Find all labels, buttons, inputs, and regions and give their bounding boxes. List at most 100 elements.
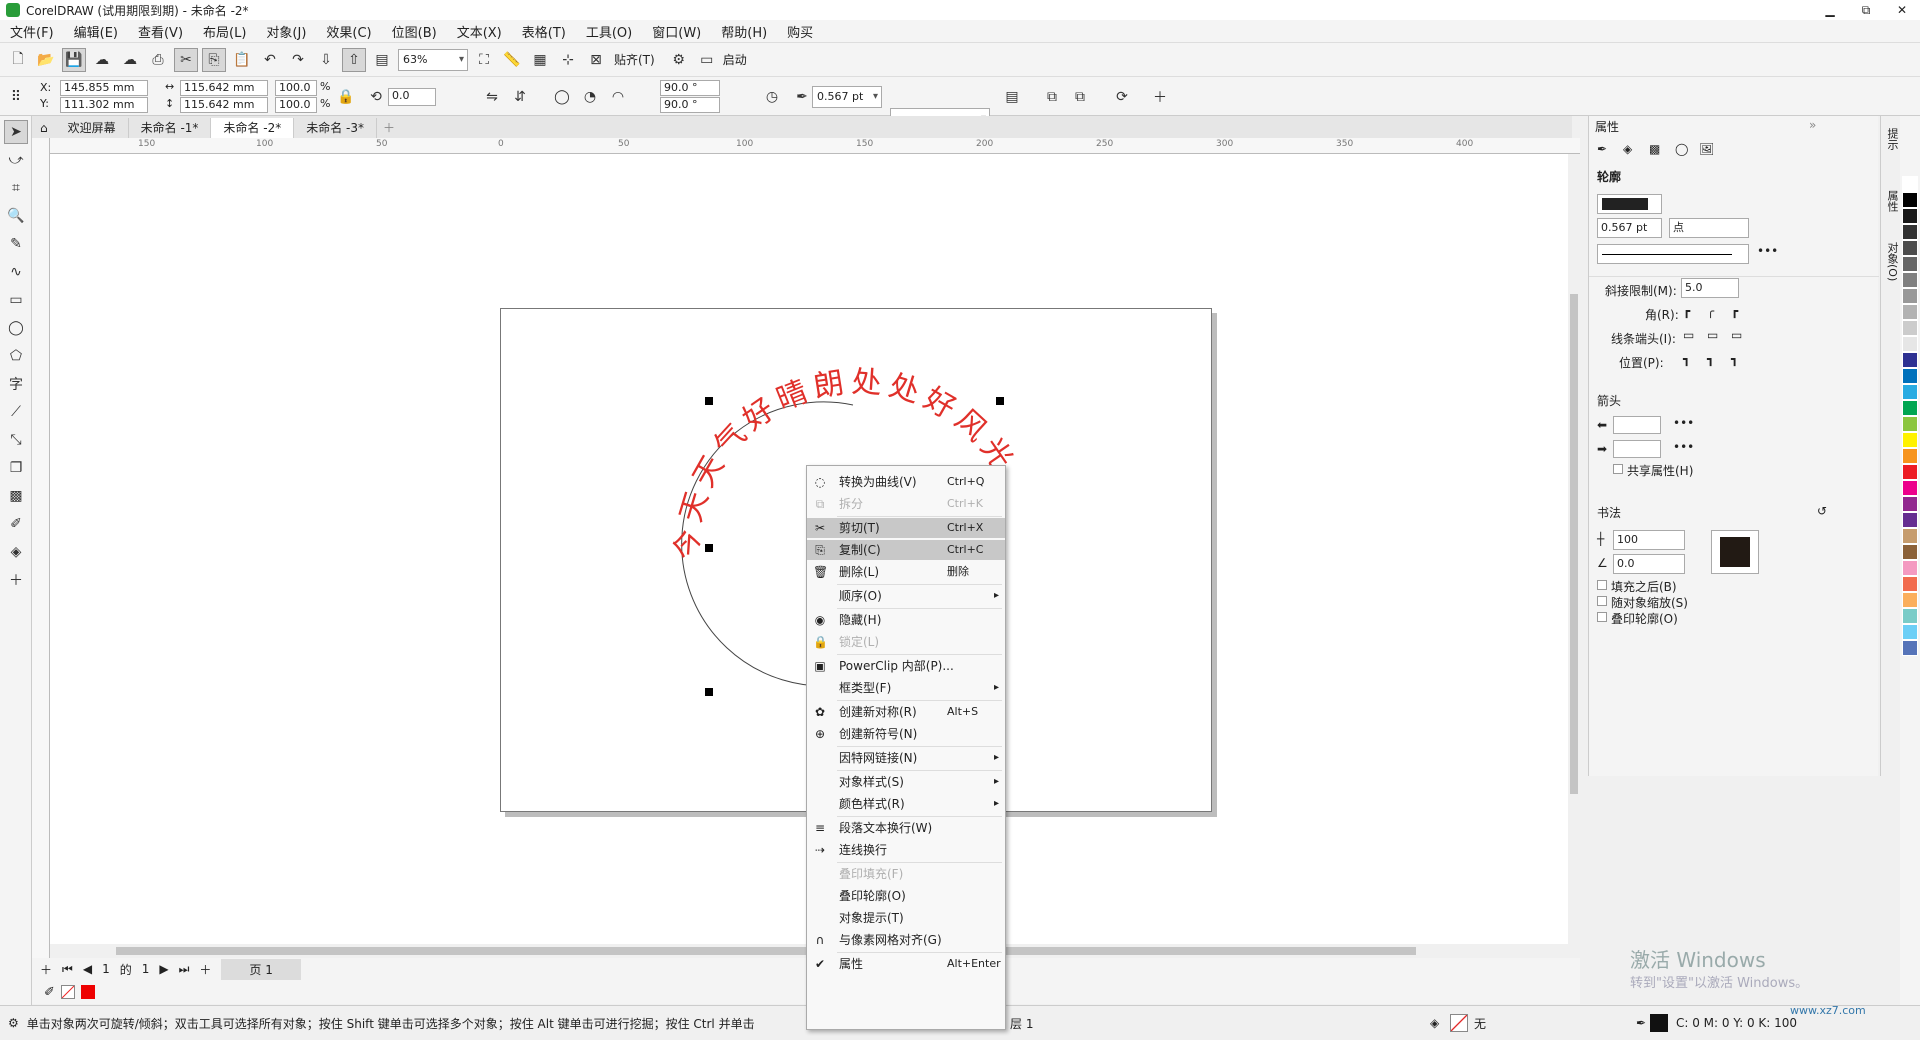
context-menu-item[interactable]: ✂ 剪切(T) Ctrl+X: [807, 518, 1005, 538]
context-menu-item[interactable]: 🔒 锁定(L): [807, 632, 1005, 652]
prev-page-icon[interactable]: ◀: [83, 962, 92, 976]
outline-color-picker[interactable]: [1597, 194, 1662, 214]
context-menu-item[interactable]: 对象样式(S) ▸: [807, 772, 1005, 792]
side-tab-hints[interactable]: 提示: [1884, 128, 1900, 150]
context-menu-item[interactable]: 叠印填充(F): [807, 864, 1005, 884]
color-swatch[interactable]: [1902, 384, 1918, 400]
unit-select[interactable]: 点: [1669, 218, 1749, 238]
color-swatch[interactable]: [1902, 592, 1918, 608]
context-menu-item[interactable]: ✔ 属性 Alt+Enter: [807, 954, 1005, 974]
context-menu-item[interactable]: ✿ 创建新对称(R) Alt+S: [807, 702, 1005, 722]
cap-square-icon[interactable]: ▭: [1731, 328, 1742, 342]
corner-round-icon[interactable]: ╭: [1707, 304, 1714, 318]
cap-round-icon[interactable]: ▭: [1707, 328, 1718, 342]
color-swatch[interactable]: [1902, 528, 1918, 544]
color-swatch[interactable]: [1902, 320, 1918, 336]
color-swatch[interactable]: [1902, 272, 1918, 288]
context-menu-item[interactable]: ⧉ 拆分 Ctrl+K: [807, 494, 1005, 514]
cap-butt-icon[interactable]: ▭: [1683, 328, 1694, 342]
scroll-thumb[interactable]: [1570, 294, 1578, 794]
color-swatch[interactable]: [1902, 496, 1918, 512]
scale-with-object-checkbox[interactable]: [1597, 596, 1607, 606]
context-menu-item[interactable]: ≡ 段落文本换行(W): [807, 818, 1005, 838]
arrow-start-options-icon[interactable]: •••: [1673, 416, 1694, 430]
last-page-icon[interactable]: ⏭: [179, 962, 190, 977]
context-menu-item[interactable]: 框类型(F) ▸: [807, 678, 1005, 698]
miter-field[interactable]: 5.0: [1681, 278, 1739, 298]
scroll-thumb[interactable]: [116, 947, 1416, 955]
red-swatch[interactable]: [80, 985, 95, 999]
color-swatch[interactable]: [1902, 256, 1918, 272]
nib-preview[interactable]: [1711, 530, 1759, 574]
context-menu-item[interactable]: ▣ PowerClip 内部(P)...: [807, 656, 1005, 676]
corner-bevel-icon[interactable]: ┏: [1731, 304, 1738, 318]
stretch-field[interactable]: 100: [1613, 530, 1685, 550]
context-menu-item[interactable]: 叠印轮廓(O): [807, 886, 1005, 906]
angle-field[interactable]: 0.0: [1613, 554, 1685, 574]
color-swatch[interactable]: [1902, 416, 1918, 432]
arrow-end-select[interactable]: [1613, 440, 1661, 458]
context-menu-item[interactable]: ⎘ 复制(C) Ctrl+C: [807, 540, 1005, 560]
add-page-end-icon[interactable]: ＋: [199, 961, 211, 978]
no-color-swatch[interactable]: [60, 985, 75, 999]
fill-swatch[interactable]: [1450, 1014, 1468, 1032]
color-swatch[interactable]: [1902, 512, 1918, 528]
settings-gear-icon[interactable]: ⚙: [8, 1016, 19, 1030]
context-menu-item[interactable]: ⇢ 连线换行: [807, 840, 1005, 860]
outline-width-field[interactable]: 0.567 pt: [1597, 218, 1662, 238]
add-page-icon[interactable]: ＋: [40, 961, 52, 978]
color-swatch[interactable]: [1902, 192, 1918, 208]
side-tab-objects[interactable]: 对象(O): [1884, 242, 1900, 281]
share-attr-checkbox[interactable]: [1613, 464, 1623, 474]
color-swatch[interactable]: [1902, 624, 1918, 640]
image-tab-icon[interactable]: 🖼: [1699, 142, 1714, 156]
context-menu-item[interactable]: ∩ 与像素网格对齐(G): [807, 930, 1005, 950]
fill-tab-icon[interactable]: ◈: [1623, 142, 1632, 156]
color-swatch[interactable]: [1902, 288, 1918, 304]
color-swatch[interactable]: [1902, 432, 1918, 448]
color-swatch[interactable]: [1902, 304, 1918, 320]
color-swatch[interactable]: [1902, 448, 1918, 464]
color-swatch[interactable]: [1902, 240, 1918, 256]
behind-fill-checkbox[interactable]: [1597, 580, 1607, 590]
color-swatch[interactable]: [1902, 608, 1918, 624]
docker-expand-icon[interactable]: »: [1809, 118, 1816, 132]
selection-handle[interactable]: [705, 544, 713, 552]
context-menu-item[interactable]: 顺序(O) ▸: [807, 586, 1005, 606]
transparency-tab-icon[interactable]: ▩: [1649, 142, 1660, 156]
line-style-select[interactable]: [1597, 244, 1749, 264]
vertical-scrollbar[interactable]: [1568, 154, 1580, 944]
color-swatch[interactable]: [1902, 176, 1918, 192]
page-tab[interactable]: 页 1: [221, 958, 301, 980]
context-menu-item[interactable]: 对象提示(T): [807, 908, 1005, 928]
first-page-icon[interactable]: ⏮: [62, 962, 73, 977]
color-swatch[interactable]: [1902, 400, 1918, 416]
overprint-checkbox[interactable]: [1597, 612, 1607, 622]
pos-center-icon[interactable]: ┓: [1707, 352, 1714, 366]
outline-tab-icon[interactable]: ✒: [1597, 142, 1607, 156]
context-menu-item[interactable]: 🗑 删除(L) 删除: [807, 562, 1005, 582]
color-swatch[interactable]: [1902, 464, 1918, 480]
eyedropper-icon[interactable]: ✐: [44, 985, 55, 1000]
corner-miter-icon[interactable]: ┏: [1683, 304, 1690, 318]
context-menu-item[interactable]: 颜色样式(R) ▸: [807, 794, 1005, 814]
pos-outside-icon[interactable]: ┓: [1683, 352, 1690, 366]
color-swatch[interactable]: [1902, 576, 1918, 592]
context-menu-item[interactable]: ◉ 隐藏(H): [807, 610, 1005, 630]
reset-icon[interactable]: ↺: [1817, 504, 1827, 518]
more-options-icon[interactable]: •••: [1757, 244, 1778, 258]
side-tab-properties[interactable]: 属性: [1884, 190, 1900, 212]
context-menu-item[interactable]: ⊕ 创建新符号(N): [807, 724, 1005, 744]
color-swatch[interactable]: [1902, 560, 1918, 576]
arrow-end-options-icon[interactable]: •••: [1673, 440, 1694, 454]
color-swatch[interactable]: [1902, 544, 1918, 560]
arrow-start-select[interactable]: [1613, 416, 1661, 434]
color-swatch[interactable]: [1902, 352, 1918, 368]
color-swatch[interactable]: [1902, 640, 1918, 656]
selection-handle[interactable]: [705, 397, 713, 405]
selection-handle[interactable]: [996, 397, 1004, 405]
outline-swatch[interactable]: [1650, 1014, 1668, 1032]
color-swatch[interactable]: [1902, 224, 1918, 240]
color-swatch[interactable]: [1902, 336, 1918, 352]
color-swatch[interactable]: [1902, 208, 1918, 224]
